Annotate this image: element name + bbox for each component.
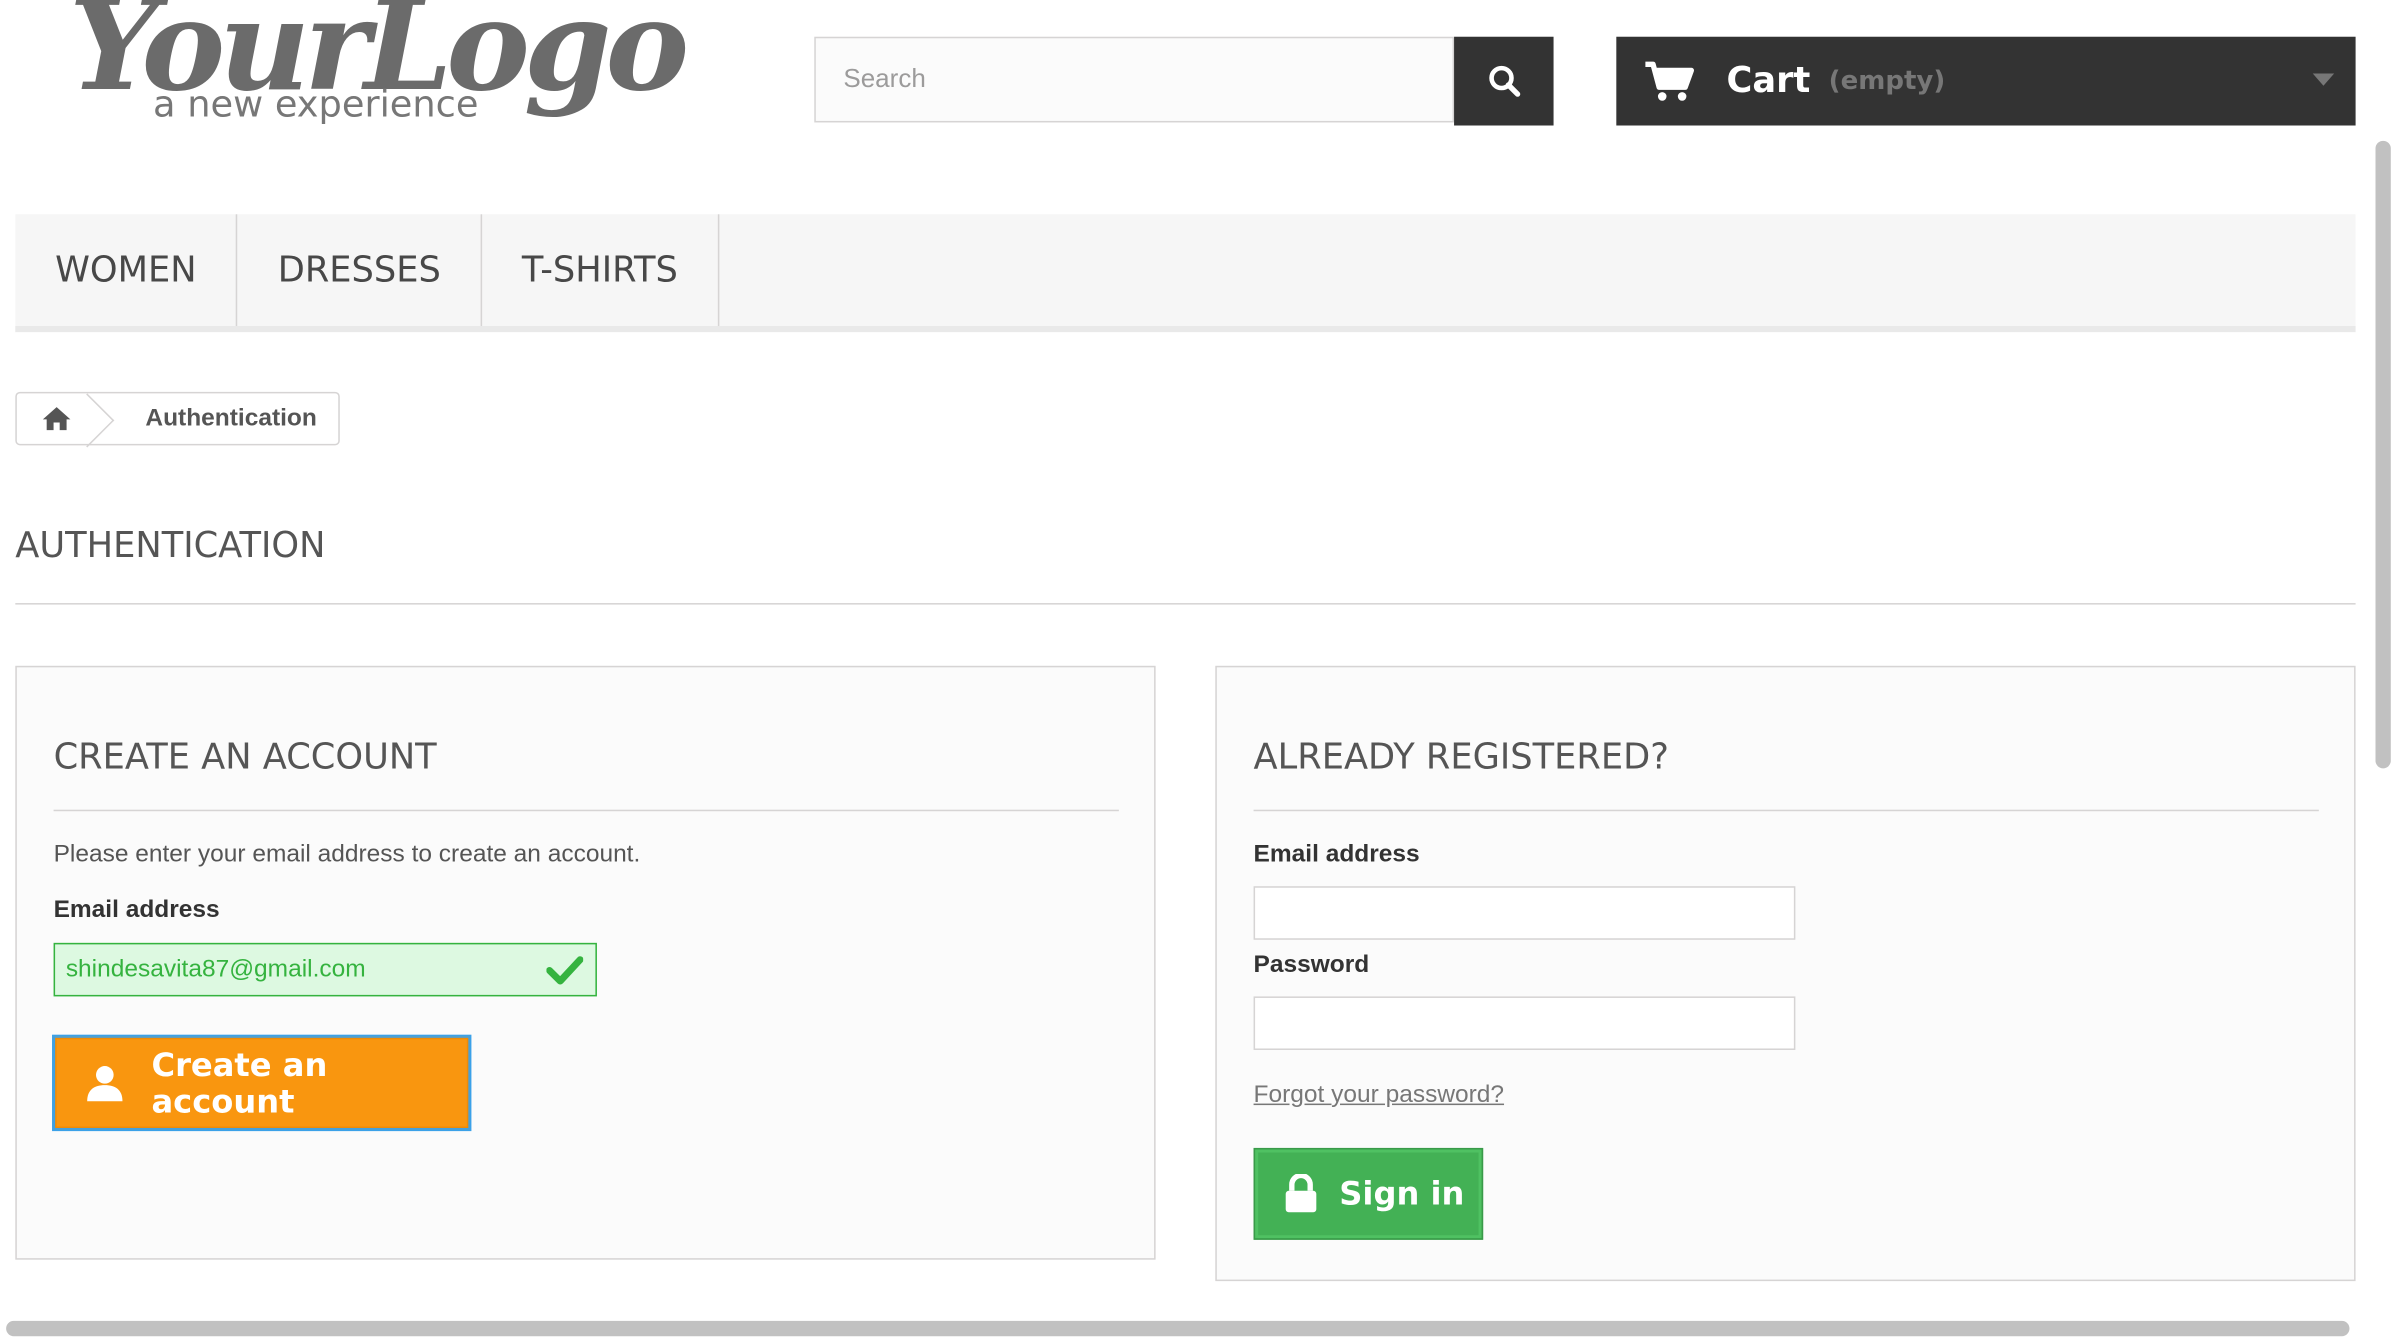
breadcrumb-current: Authentication bbox=[145, 404, 317, 431]
forgot-password-link[interactable]: Forgot your password? bbox=[1254, 1082, 1504, 1110]
page-title-divider bbox=[15, 603, 2356, 605]
site-logo[interactable]: YourLogo a new experience bbox=[69, 0, 689, 156]
create-account-button[interactable]: Create an account bbox=[53, 1036, 470, 1130]
cart-status: (empty) bbox=[1828, 65, 1946, 97]
search-input[interactable] bbox=[815, 38, 1453, 121]
vertical-scrollbar[interactable] bbox=[2375, 140, 2391, 769]
breadcrumb: Authentication bbox=[15, 391, 340, 446]
main-menu: WOMEN DRESSES T-SHIRTS bbox=[15, 214, 2356, 333]
menu-item-t-shirts[interactable]: T-SHIRTS bbox=[482, 214, 720, 327]
create-account-title: CREATE AN ACCOUNT bbox=[53, 737, 437, 778]
logo-tagline: a new experience bbox=[153, 82, 479, 126]
create-email-label: Email address bbox=[53, 896, 220, 923]
create-email-input[interactable] bbox=[55, 944, 515, 995]
sign-in-button[interactable]: Sign in bbox=[1253, 1147, 1484, 1240]
search-box bbox=[814, 36, 1455, 123]
user-icon bbox=[87, 1065, 123, 1101]
create-account-divider bbox=[53, 809, 1119, 812]
create-account-hint: Please enter your email address to creat… bbox=[53, 841, 641, 868]
login-email-field bbox=[1253, 886, 1800, 942]
login-email-label: Email address bbox=[1253, 841, 1420, 868]
check-icon bbox=[546, 956, 584, 985]
horizontal-scrollbar[interactable] bbox=[6, 1320, 2350, 1337]
chevron-down-icon bbox=[2312, 73, 2335, 86]
page: YourLogo a new experience Cart (empty) W… bbox=[0, 0, 2400, 1342]
lock-icon bbox=[1285, 1173, 1317, 1213]
login-title: ALREADY REGISTERED? bbox=[1253, 737, 1669, 778]
login-divider bbox=[1253, 809, 2319, 812]
cart-label: Cart bbox=[1726, 61, 1811, 102]
cart-icon bbox=[1645, 61, 1694, 101]
login-password-label: Password bbox=[1253, 952, 1370, 979]
page-title: AUTHENTICATION bbox=[15, 526, 326, 567]
search-icon bbox=[1488, 65, 1520, 97]
menu-item-dresses[interactable]: DRESSES bbox=[238, 214, 483, 327]
menu-item-women[interactable]: WOMEN bbox=[15, 214, 238, 327]
search-button[interactable] bbox=[1454, 36, 1554, 126]
login-password-field bbox=[1253, 996, 1800, 1052]
create-account-button-label: Create an account bbox=[151, 1046, 328, 1120]
create-email-field bbox=[53, 942, 597, 997]
create-account-form: CREATE AN ACCOUNT Please enter your emai… bbox=[15, 665, 1156, 1260]
login-email-input[interactable] bbox=[1255, 887, 1800, 942]
login-form: ALREADY REGISTERED? Email address Passwo… bbox=[1215, 665, 2356, 1282]
sign-in-button-label: Sign in bbox=[1339, 1175, 1465, 1213]
cart-button[interactable]: Cart (empty) bbox=[1616, 36, 2356, 126]
login-password-input[interactable] bbox=[1255, 997, 1800, 1052]
